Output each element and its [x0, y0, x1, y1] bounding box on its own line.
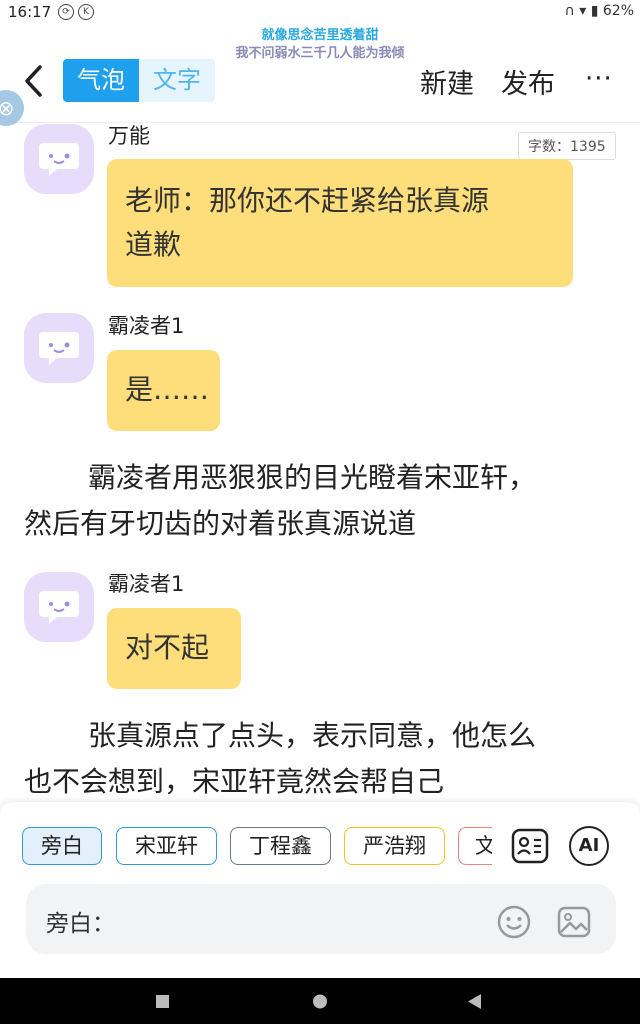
word-count: 字数：1395: [518, 132, 616, 160]
home-icon[interactable]: [313, 994, 327, 1009]
bubble-text: 是……: [125, 373, 210, 406]
role-chip[interactable]: 文: [458, 827, 492, 865]
bubble-text-line: 老师：那你还不赶紧给张真源: [125, 184, 490, 217]
avatar[interactable]: [24, 124, 94, 194]
role-chip[interactable]: 宋亚轩: [116, 827, 217, 865]
bubble-text-line: 道歉: [125, 228, 182, 261]
narration-line: 也不会想到，宋亚轩竟然会帮自己: [24, 765, 445, 798]
status-time: 16:17: [8, 3, 52, 21]
back-nav-icon[interactable]: [468, 994, 481, 1009]
narration-line: 张真源点了点头，表示同意，他怎么: [88, 719, 537, 752]
narration[interactable]: 霸凌者用恶狠狠的目光瞪着宋亚轩， 然后有牙切齿的对着张真源说道: [24, 455, 624, 547]
input-role-label: 旁白：: [46, 911, 115, 937]
narration-line: 然后有牙切齿的对着张真源说道: [24, 507, 417, 540]
status-right: ∩ ▾ ▮ 62%: [565, 3, 634, 19]
publish-button[interactable]: 发布: [501, 62, 555, 101]
message-bubble[interactable]: 老师：那你还不赶紧给张真源 道歉: [107, 159, 573, 287]
mode-tabs: 气泡 文字: [63, 59, 215, 102]
tab-text[interactable]: 文字: [139, 59, 215, 102]
contact-card-icon: [511, 828, 549, 864]
new-button[interactable]: 新建: [420, 62, 474, 101]
ai-button[interactable]: AI: [569, 826, 609, 866]
chat-face-icon: [39, 591, 79, 624]
narration-line: 霸凌者用恶狠狠的目光瞪着宋亚轩，: [88, 461, 537, 494]
battery-icon: ▮: [590, 3, 599, 19]
speaker-name: 霸凌者1: [108, 314, 185, 338]
avatar[interactable]: [24, 572, 94, 642]
lyric-line-1: 就像思念苦里透着甜: [261, 28, 379, 43]
nav-buttons: [156, 994, 481, 1009]
role-chip-narrator[interactable]: 旁白: [22, 827, 102, 865]
image-button[interactable]: [556, 904, 592, 940]
chevron-left-icon: [25, 65, 42, 97]
navigation-bar: [0, 978, 640, 1024]
more-button[interactable]: ···: [585, 64, 613, 94]
speaker-name: 万能: [108, 124, 150, 148]
role-list-button[interactable]: [510, 826, 550, 866]
role-chip[interactable]: 严浩翔: [344, 827, 445, 865]
chat-face-icon: [39, 143, 79, 176]
back-button[interactable]: [20, 64, 50, 98]
image-icon: [557, 906, 591, 938]
smiley-icon: [497, 905, 531, 939]
k-icon: K: [78, 4, 94, 20]
message-bubble[interactable]: 是……: [107, 350, 220, 431]
avatar[interactable]: [24, 313, 94, 383]
tab-bubble[interactable]: 气泡: [63, 59, 139, 102]
bubble-text: 对不起: [125, 631, 210, 664]
header-divider: [0, 122, 640, 123]
status-bar: 16:17 ⟳ K ∩ ▾ ▮ 62%: [0, 0, 640, 24]
narration[interactable]: 张真源点了点头，表示同意，他怎么 也不会想到，宋亚轩竟然会帮自己: [24, 713, 624, 805]
battery-level: 62%: [602, 3, 634, 19]
speaker-name: 霸凌者1: [108, 572, 185, 596]
recents-icon[interactable]: [156, 995, 169, 1008]
emoji-button[interactable]: [496, 904, 532, 940]
role-chip[interactable]: 丁程鑫: [230, 827, 331, 865]
wifi-icon: ▾: [579, 3, 587, 19]
headset-icon: ∩: [564, 3, 575, 19]
sync-icon: ⟳: [58, 4, 74, 20]
chat-face-icon: [39, 332, 79, 365]
message-bubble[interactable]: 对不起: [107, 608, 241, 689]
